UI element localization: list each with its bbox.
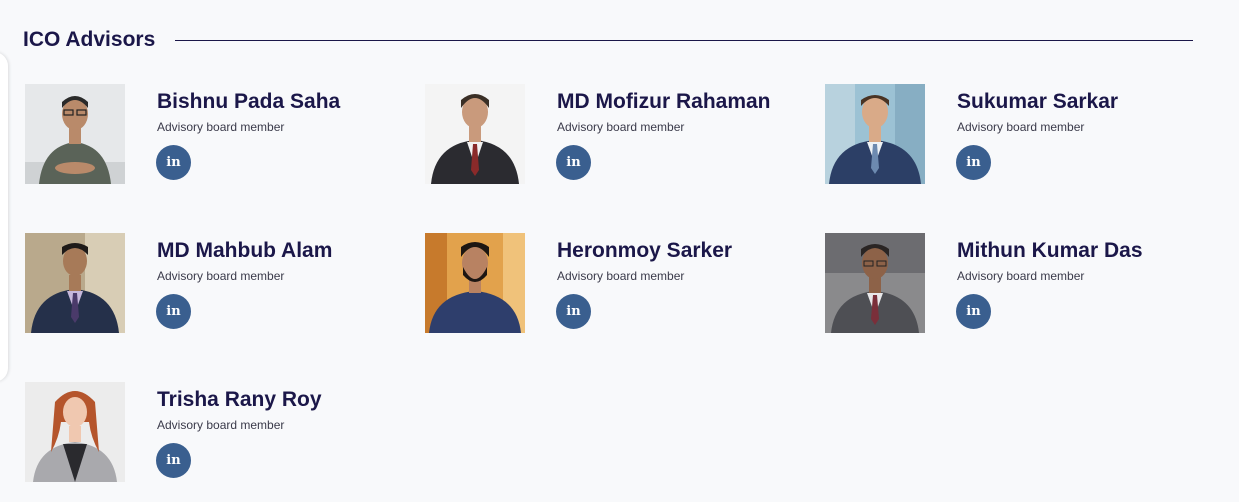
- advisor-name: MD Mofizur Rahaman: [557, 90, 771, 113]
- linkedin-icon[interactable]: in: [156, 443, 191, 478]
- advisor-role: Advisory board member: [957, 269, 1085, 283]
- advisor-card: Sukumar Sarkar Advisory board member in: [825, 84, 1205, 184]
- advisor-photo: [25, 233, 125, 333]
- linkedin-icon[interactable]: in: [956, 145, 991, 180]
- linkedin-icon[interactable]: in: [556, 294, 591, 329]
- advisor-photo: [25, 84, 125, 184]
- advisor-card: MD Mofizur Rahaman Advisory board member…: [425, 84, 805, 184]
- advisor-photo: [825, 233, 925, 333]
- advisor-card: MD Mahbub Alam Advisory board member in: [25, 233, 405, 333]
- linkedin-icon[interactable]: in: [156, 145, 191, 180]
- linkedin-icon[interactable]: in: [156, 294, 191, 329]
- advisor-photo: [425, 84, 525, 184]
- advisor-role: Advisory board member: [557, 120, 685, 134]
- section-title: ICO Advisors: [23, 28, 156, 51]
- advisor-name: Bishnu Pada Saha: [157, 90, 341, 113]
- advisor-photo: [825, 84, 925, 184]
- advisor-name: Sukumar Sarkar: [957, 90, 1119, 113]
- advisor-name: Trisha Rany Roy: [157, 388, 322, 411]
- advisor-name: Mithun Kumar Das: [957, 239, 1143, 262]
- section-header: ICO Advisors: [23, 22, 1193, 58]
- advisor-role: Advisory board member: [157, 120, 285, 134]
- advisor-name: Heronmoy Sarker: [557, 239, 733, 262]
- linkedin-icon[interactable]: in: [956, 294, 991, 329]
- advisor-card: Mithun Kumar Das Advisory board member i…: [825, 233, 1205, 333]
- section-divider: [175, 39, 1193, 41]
- advisor-role: Advisory board member: [157, 269, 285, 283]
- advisor-role: Advisory board member: [557, 269, 685, 283]
- advisor-card: Trisha Rany Roy Advisory board member in: [25, 382, 405, 482]
- advisor-photo: [425, 233, 525, 333]
- advisor-role: Advisory board member: [957, 120, 1085, 134]
- advisor-role: Advisory board member: [157, 418, 285, 432]
- advisor-name: MD Mahbub Alam: [157, 239, 333, 262]
- linkedin-icon[interactable]: in: [556, 145, 591, 180]
- advisor-card: Heronmoy Sarker Advisory board member in: [425, 233, 805, 333]
- advisor-photo: [25, 382, 125, 482]
- side-panel-edge: [0, 52, 8, 382]
- advisor-card: Bishnu Pada Saha Advisory board member i…: [25, 84, 405, 184]
